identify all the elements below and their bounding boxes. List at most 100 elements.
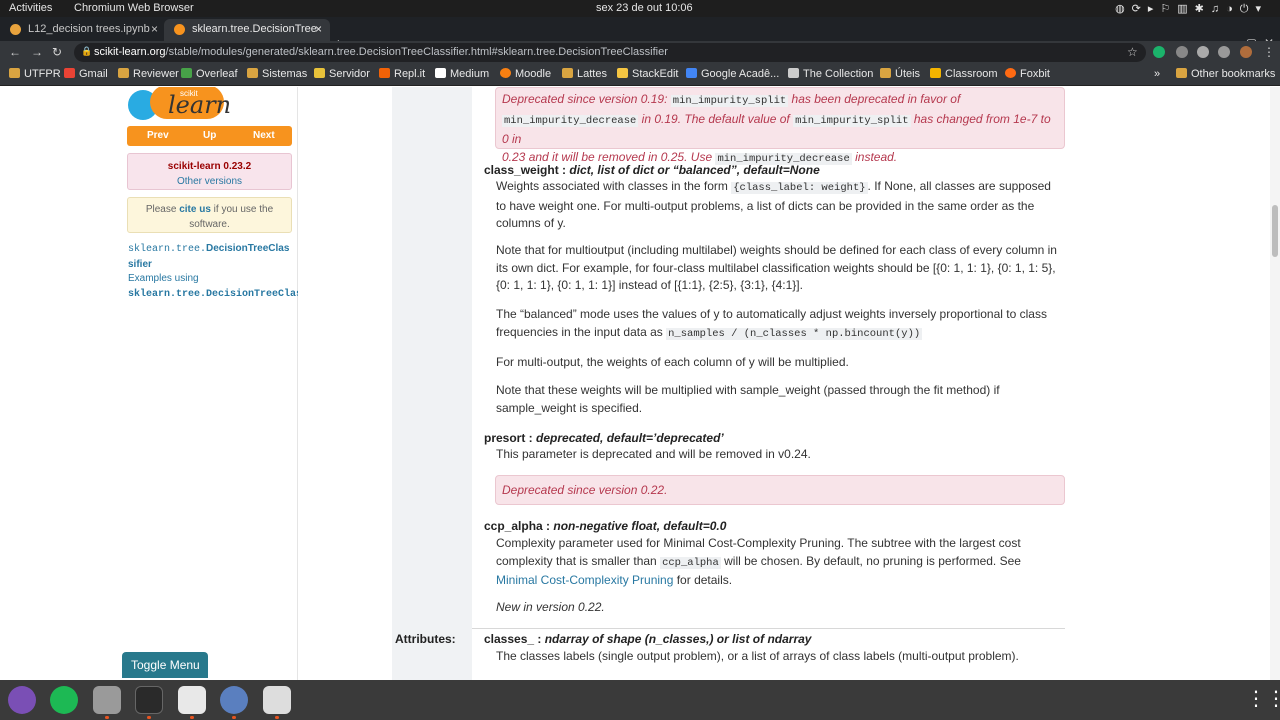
- bookmark-item[interactable]: Google Acadê...: [686, 68, 779, 80]
- folder-icon: [9, 68, 20, 78]
- app-grid-icon[interactable]: ⋮⋮: [1246, 686, 1280, 714]
- bookmark-item[interactable]: Repl.it: [379, 68, 425, 80]
- address-bar[interactable]: 🔒 scikit-learn.org/stable/modules/generat…: [74, 43, 1146, 62]
- folder-icon: [562, 68, 573, 78]
- extensions-puzzle-icon[interactable]: [1218, 46, 1230, 58]
- activities-button[interactable]: Activities: [9, 2, 52, 14]
- more-bookmarks-icon[interactable]: »: [1154, 68, 1160, 80]
- text-editor-icon[interactable]: [178, 686, 206, 714]
- web-page: Deprecated since version 0.19: min_impur…: [0, 87, 1280, 680]
- toggle-menu-button[interactable]: Toggle Menu: [122, 652, 208, 678]
- folder-icon: [880, 68, 891, 78]
- page-scrollbar[interactable]: [1270, 87, 1280, 680]
- tab-notebook[interactable]: L12_decision trees.ipynb ×: [0, 19, 166, 41]
- running-indicator: [275, 716, 279, 719]
- extension-icon[interactable]: [1197, 46, 1209, 58]
- other-bookmarks[interactable]: Other bookmarks: [1176, 68, 1275, 80]
- spotify-icon[interactable]: [50, 686, 78, 714]
- bookmark-item[interactable]: Classroom: [930, 68, 998, 80]
- bookmark-item[interactable]: Gmail: [64, 68, 108, 80]
- cite-us-link[interactable]: cite us: [179, 204, 211, 215]
- lock-icon: 🔒: [81, 46, 93, 56]
- replit-icon: [379, 68, 390, 78]
- taskbar-dock: ⋮⋮: [0, 680, 1280, 720]
- stackedit-icon: [617, 68, 628, 78]
- foxbit-icon: [1005, 68, 1016, 78]
- system-top-bar: Activities Chromium Web Browser sex 23 d…: [0, 0, 1280, 17]
- param-class-weight-sample: Note that these weights will be multipli…: [496, 383, 1000, 415]
- extension-icon[interactable]: [1176, 46, 1188, 58]
- deprecation-note-min-impurity: Deprecated since version 0.19: min_impur…: [495, 87, 1065, 165]
- overleaf-icon: [181, 68, 192, 78]
- scholar-icon: [686, 68, 697, 78]
- bookmark-item[interactable]: StackEdit: [617, 68, 678, 80]
- terminal-icon[interactable]: [135, 686, 163, 714]
- moodle-icon: [500, 68, 511, 78]
- bookmark-item[interactable]: Overleaf: [181, 68, 238, 80]
- running-indicator: [190, 716, 194, 719]
- sidebar-nav-examples-class[interactable]: sklearn.tree.DecisionTreeClass: [128, 287, 298, 302]
- param-ccp-alpha-title: ccp_alpha : non-negative float, default=…: [484, 519, 727, 533]
- xournal-icon[interactable]: [263, 686, 291, 714]
- minimal-ccp-link[interactable]: Minimal Cost-Complexity Pruning: [496, 573, 673, 587]
- up-button[interactable]: Up: [203, 130, 216, 141]
- forward-icon[interactable]: →: [31, 45, 43, 59]
- param-class-weight-desc: Weights associated with classes in the f…: [496, 179, 1051, 230]
- clock[interactable]: sex 23 de out 10:06: [596, 2, 693, 14]
- bookmark-item[interactable]: The Collection: [788, 68, 873, 80]
- sidebar-nav-class-link[interactable]: sklearn.tree.DecisionTreeClas sifier: [128, 241, 298, 272]
- param-class-weight-balanced: The “balanced” mode uses the values of y…: [496, 307, 1047, 340]
- param-class-weight-multioutput: For multi-output, the weights of each co…: [496, 355, 849, 369]
- running-indicator: [105, 716, 109, 719]
- version-box: scikit-learn 0.23.2 Other versions: [127, 153, 292, 190]
- section-divider: [472, 628, 1065, 629]
- next-button[interactable]: Next: [253, 130, 275, 141]
- grammarly-icon[interactable]: [1153, 46, 1165, 58]
- profile-avatar[interactable]: [1240, 46, 1252, 58]
- field-list-gutter: [392, 87, 472, 680]
- attributes-label: Attributes:: [395, 632, 456, 646]
- folder-icon: [247, 68, 258, 78]
- bookmark-item[interactable]: Medium: [435, 68, 489, 80]
- back-icon[interactable]: ←: [9, 45, 21, 59]
- classroom-icon: [930, 68, 941, 78]
- close-tab-icon[interactable]: ×: [315, 22, 322, 36]
- sidebar: scikit learn Prev Up Next scikit-learn 0…: [0, 87, 298, 680]
- bookmark-item[interactable]: Servidor: [314, 68, 370, 80]
- scikit-learn-logo[interactable]: scikit learn: [128, 87, 231, 121]
- bookmark-item[interactable]: Foxbit: [1005, 68, 1050, 80]
- system-tray-icons[interactable]: ◍⟳▸⚐▥✱♫◑⏻▾: [1115, 2, 1268, 16]
- bookmark-item[interactable]: Úteis: [880, 68, 920, 80]
- attr-classes-desc: The classes labels (single output proble…: [496, 649, 1019, 663]
- prev-button[interactable]: Prev: [147, 130, 169, 141]
- param-presort-title: presort : deprecated, default=’deprecate…: [484, 431, 724, 445]
- running-indicator: [147, 716, 151, 719]
- bookmark-item[interactable]: Moodle: [500, 68, 551, 80]
- tab-sklearn[interactable]: sklearn.tree.DecisionTree ×: [164, 19, 330, 41]
- files-icon[interactable]: [93, 686, 121, 714]
- active-app-label[interactable]: Chromium Web Browser: [74, 2, 194, 14]
- param-class-weight-title: class_weight : dict, list of dict or “ba…: [484, 163, 820, 177]
- folder-icon: [1176, 68, 1187, 78]
- bookmark-item[interactable]: Reviewer: [118, 68, 179, 80]
- bookmarks-bar: UTFPR Gmail Reviewer Overleaf Sistemas S…: [0, 64, 1280, 86]
- bookmark-item[interactable]: Sistemas: [247, 68, 307, 80]
- bookmark-item[interactable]: UTFPR: [9, 68, 61, 80]
- close-tab-icon[interactable]: ×: [151, 22, 158, 36]
- other-versions-link[interactable]: Other versions: [128, 174, 291, 189]
- param-presort-desc: This parameter is deprecated and will be…: [496, 447, 811, 461]
- bookmark-star-icon[interactable]: ☆: [1127, 45, 1138, 59]
- server-icon: [314, 68, 325, 78]
- pop-shop-icon[interactable]: [8, 686, 36, 714]
- prev-up-next-bar: Prev Up Next: [127, 126, 292, 146]
- bookmark-item[interactable]: Lattes: [562, 68, 607, 80]
- folder-icon: [118, 68, 129, 78]
- sidebar-nav-examples-link[interactable]: Examples using: [128, 271, 298, 286]
- menu-icon[interactable]: ⋮: [1263, 45, 1275, 59]
- tab-strip: L12_decision trees.ipynb × sklearn.tree.D…: [0, 17, 1280, 53]
- gmail-icon: [64, 68, 75, 78]
- jupyter-icon: [10, 24, 21, 35]
- chromium-icon[interactable]: [220, 686, 248, 714]
- reload-icon[interactable]: ↻: [52, 45, 62, 59]
- scrollbar-thumb[interactable]: [1272, 205, 1278, 257]
